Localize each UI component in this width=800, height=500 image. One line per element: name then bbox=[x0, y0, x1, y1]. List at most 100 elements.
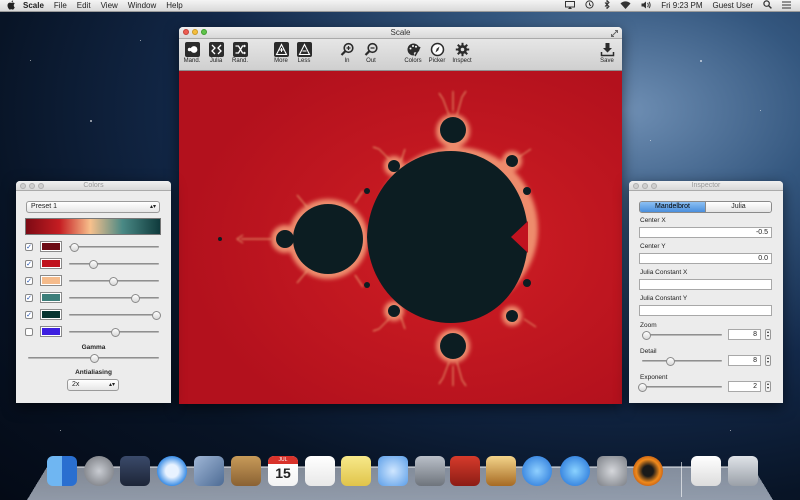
zoom-slider[interactable] bbox=[642, 331, 722, 340]
save-tool-button[interactable]: Save bbox=[594, 42, 620, 64]
julia-segment[interactable]: Julia bbox=[705, 202, 771, 212]
mandelbrot-segment[interactable]: Mandelbrot bbox=[640, 202, 705, 212]
center-x-field[interactable]: -0.5 bbox=[639, 227, 772, 238]
exponent-slider[interactable] bbox=[638, 383, 722, 392]
menu-edit[interactable]: Edit bbox=[72, 1, 96, 10]
iphoto-icon[interactable] bbox=[486, 456, 516, 486]
color-well[interactable] bbox=[40, 292, 62, 303]
color-stop-slider[interactable] bbox=[69, 311, 162, 320]
detail-slider[interactable] bbox=[642, 357, 722, 366]
panel-minimize-button[interactable] bbox=[29, 183, 35, 189]
wifi-icon[interactable] bbox=[615, 0, 636, 11]
detail-slider-knob[interactable] bbox=[666, 357, 675, 366]
scale-app-icon[interactable] bbox=[633, 456, 663, 486]
zoom-stepper[interactable]: ▴ ▾ bbox=[765, 329, 771, 340]
app-store-icon[interactable] bbox=[560, 456, 590, 486]
close-button[interactable] bbox=[183, 29, 189, 35]
color-stop-slider[interactable] bbox=[69, 328, 159, 337]
mission-control-icon[interactable] bbox=[120, 456, 150, 486]
color-stop-slider-knob[interactable] bbox=[130, 294, 140, 303]
detail-field[interactable]: 8 bbox=[728, 355, 761, 366]
exponent-field[interactable]: 2 bbox=[728, 381, 761, 392]
mail-icon[interactable] bbox=[194, 456, 224, 486]
contacts-icon[interactable] bbox=[231, 456, 261, 486]
panel-close-button[interactable] bbox=[633, 183, 639, 189]
color-stop-slider[interactable] bbox=[69, 294, 159, 303]
menu-view[interactable]: View bbox=[96, 1, 123, 10]
picker-tool-button[interactable]: Picker bbox=[424, 42, 450, 64]
color-well[interactable] bbox=[40, 275, 62, 286]
center-y-field[interactable]: 0.0 bbox=[639, 253, 772, 264]
color-stop-slider[interactable] bbox=[69, 277, 159, 286]
color-stop-slider-knob[interactable] bbox=[89, 260, 99, 269]
system-preferences-icon[interactable] bbox=[597, 456, 627, 486]
color-stop-checkbox[interactable]: ✓ bbox=[25, 243, 33, 251]
messages-icon[interactable] bbox=[378, 456, 408, 486]
volume-icon[interactable] bbox=[636, 1, 656, 11]
mandelbrot-tool-button[interactable]: Mand. bbox=[179, 42, 205, 64]
color-stop-slider-knob[interactable] bbox=[69, 243, 79, 252]
gamma-slider-knob[interactable] bbox=[89, 354, 99, 363]
documents-icon[interactable] bbox=[691, 456, 721, 486]
julia-tool-button[interactable]: Julia bbox=[203, 42, 229, 64]
menu-user[interactable]: Guest User bbox=[708, 1, 758, 10]
menu-app-name[interactable]: Scale bbox=[18, 1, 49, 10]
color-stop-slider[interactable] bbox=[69, 260, 159, 269]
color-stop-slider-knob[interactable] bbox=[110, 328, 120, 337]
safari-icon[interactable] bbox=[157, 456, 187, 486]
finder-icon[interactable] bbox=[47, 456, 77, 486]
airplay-icon[interactable] bbox=[560, 0, 580, 11]
zoom-field[interactable]: 8 bbox=[728, 329, 761, 340]
exponent-slider-knob[interactable] bbox=[638, 383, 647, 392]
reminders-icon[interactable] bbox=[305, 456, 335, 486]
panel-zoom-button[interactable] bbox=[38, 183, 44, 189]
time-machine-icon[interactable] bbox=[580, 0, 599, 11]
panel-close-button[interactable] bbox=[20, 183, 26, 189]
notification-center-icon[interactable] bbox=[777, 1, 796, 11]
random-tool-button[interactable]: Rand. bbox=[227, 42, 253, 64]
color-stop-slider-knob[interactable] bbox=[152, 311, 162, 320]
fractal-canvas[interactable] bbox=[179, 71, 622, 404]
color-stop-checkbox[interactable]: ✓ bbox=[25, 311, 33, 319]
minimize-button[interactable] bbox=[192, 29, 198, 35]
exponent-stepper[interactable]: ▴ ▾ bbox=[765, 381, 771, 392]
color-well[interactable] bbox=[40, 326, 62, 337]
color-well[interactable] bbox=[40, 241, 62, 252]
menu-file[interactable]: File bbox=[49, 1, 72, 10]
color-stop-slider[interactable] bbox=[69, 243, 159, 252]
julia-x-field[interactable] bbox=[639, 279, 772, 290]
less-tool-button[interactable]: Less bbox=[291, 42, 317, 64]
julia-y-field[interactable] bbox=[639, 305, 772, 316]
menu-clock[interactable]: Fri 9:23 PM bbox=[656, 1, 707, 10]
color-stop-checkbox[interactable]: ✓ bbox=[25, 294, 33, 302]
menu-window[interactable]: Window bbox=[123, 1, 161, 10]
color-stop-slider-knob[interactable] bbox=[109, 277, 119, 286]
apple-menu-icon[interactable] bbox=[4, 0, 18, 12]
zoom-slider-knob[interactable] bbox=[642, 331, 651, 340]
color-stop-checkbox[interactable]: ✓ bbox=[25, 277, 33, 285]
calendar-icon[interactable]: JUL 15 bbox=[268, 456, 298, 486]
trash-icon[interactable] bbox=[728, 456, 758, 486]
facetime-icon[interactable] bbox=[415, 456, 445, 486]
color-well[interactable] bbox=[40, 309, 62, 320]
launchpad-icon[interactable] bbox=[84, 456, 114, 486]
antialiasing-select[interactable]: 2x ▴▾ bbox=[67, 379, 119, 391]
color-stop-checkbox[interactable]: ✓ bbox=[25, 260, 33, 268]
menu-help[interactable]: Help bbox=[161, 1, 187, 10]
zoom-button[interactable] bbox=[201, 29, 207, 35]
color-well[interactable] bbox=[40, 258, 62, 269]
panel-zoom-button[interactable] bbox=[651, 183, 657, 189]
zoom-out-button[interactable]: Out bbox=[358, 42, 384, 64]
preset-select[interactable]: Preset 1 ▴▾ bbox=[26, 201, 160, 213]
itunes-icon[interactable] bbox=[522, 456, 552, 486]
inspect-tool-button[interactable]: Inspect bbox=[449, 42, 475, 64]
color-stop-checkbox[interactable] bbox=[25, 328, 33, 336]
notes-icon[interactable] bbox=[341, 456, 371, 486]
bluetooth-icon[interactable] bbox=[599, 0, 615, 11]
panel-minimize-button[interactable] bbox=[642, 183, 648, 189]
colors-tool-button[interactable]: Colors bbox=[400, 42, 426, 64]
detail-stepper[interactable]: ▴ ▾ bbox=[765, 355, 771, 366]
spotlight-icon[interactable] bbox=[758, 0, 777, 11]
photo-booth-icon[interactable] bbox=[450, 456, 480, 486]
gamma-slider[interactable] bbox=[28, 354, 159, 363]
